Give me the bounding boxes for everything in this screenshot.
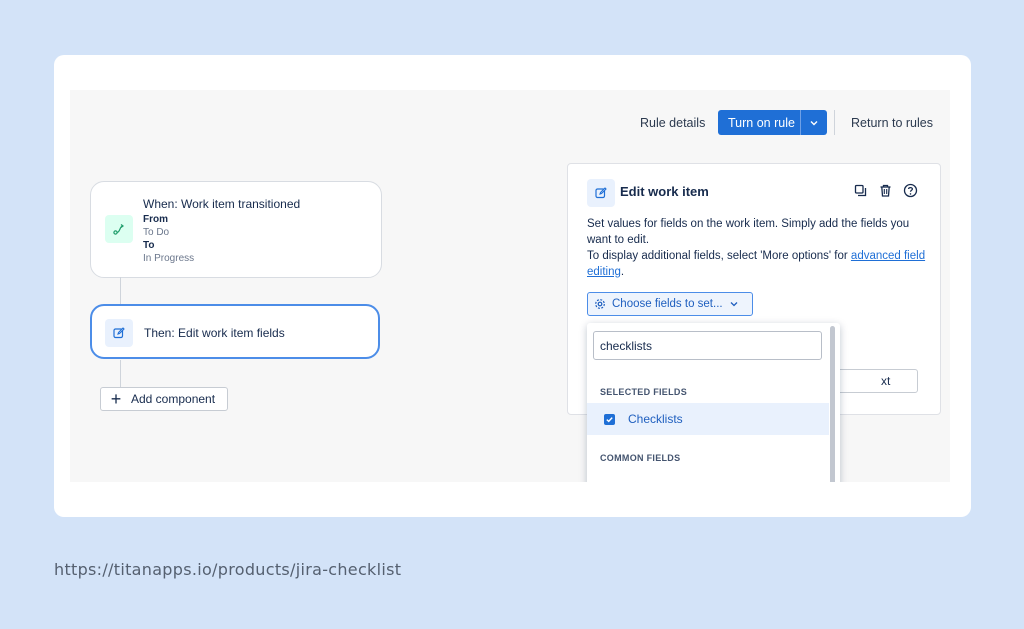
source-url: https://titanapps.io/products/jira-check… (54, 560, 402, 579)
field-option-label: Checklists (628, 412, 683, 426)
trigger-card[interactable]: When: Work item transitioned From To Do … (90, 181, 382, 278)
flow-connector (120, 277, 121, 304)
description-line-2: To display additional fields, select 'Mo… (587, 250, 851, 262)
edit-icon (587, 179, 615, 207)
add-component-label: Add component (131, 392, 216, 406)
fields-search-input[interactable] (593, 331, 822, 360)
trigger-from-value: To Do (143, 227, 170, 238)
gear-icon (588, 298, 612, 310)
choose-fields-label: Choose fields to set... (612, 298, 723, 310)
panel-description: Set values for fields on the work item. … (587, 216, 927, 280)
description-end: . (620, 266, 625, 278)
trigger-title: When: Work item transitioned (143, 197, 301, 211)
flow-connector (120, 360, 121, 387)
dropdown-scrollbar[interactable] (830, 326, 835, 482)
panel-title: Edit work item (620, 184, 709, 199)
selected-fields-heading: SELECTED FIELDS (600, 387, 688, 397)
return-to-rules-link[interactable]: Return to rules (851, 116, 933, 130)
common-fields-heading: COMMON FIELDS (600, 453, 681, 463)
trigger-to-label: To (143, 240, 155, 251)
fields-dropdown: SELECTED FIELDS Checklists COMMON FIELDS (587, 323, 840, 482)
rule-editor-canvas: Rule details Turn on rule Return to rule… (70, 90, 950, 482)
trigger-to-value: In Progress (143, 253, 195, 264)
chevron-down-icon (729, 299, 739, 309)
action-card[interactable]: Then: Edit work item fields (90, 304, 380, 359)
choose-fields-button[interactable]: Choose fields to set... (587, 292, 753, 316)
add-component-button[interactable]: + Add component (100, 387, 228, 411)
help-icon[interactable] (903, 183, 918, 203)
plus-icon: + (110, 389, 122, 409)
checkbox-checked-icon[interactable] (604, 413, 615, 425)
action-title: Then: Edit work item fields (144, 326, 285, 340)
chevron-down-icon[interactable] (801, 118, 827, 128)
field-option-checklists[interactable]: Checklists (587, 403, 829, 435)
rule-details-link[interactable]: Rule details (640, 116, 705, 130)
duplicate-icon[interactable] (853, 183, 868, 203)
trash-icon[interactable] (878, 183, 893, 203)
edit-icon (105, 319, 133, 347)
description-line-1: Set values for fields on the work item. … (587, 218, 910, 246)
panel-toolbar (853, 183, 918, 203)
trigger-from-label: From (143, 214, 168, 225)
toolbar-divider (834, 110, 835, 135)
turn-on-rule-button[interactable]: Turn on rule (718, 110, 827, 135)
turn-on-rule-label: Turn on rule (728, 115, 795, 130)
transition-icon (105, 215, 133, 243)
